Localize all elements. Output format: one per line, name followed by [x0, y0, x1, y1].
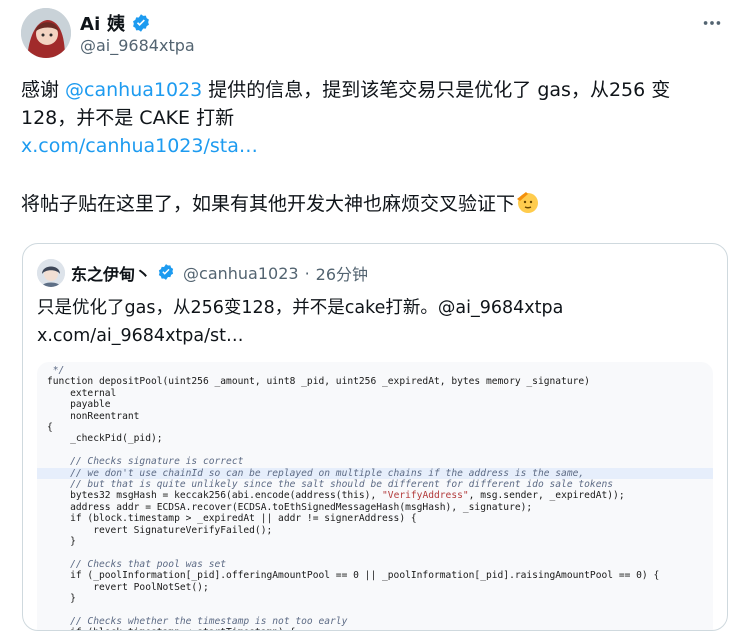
code-line: _checkPid(_pid); [47, 433, 163, 445]
code-line: revert PoolNotSet(); [47, 581, 209, 593]
code-line: */ [47, 365, 65, 376]
quote-author-name[interactable]: 东之伊甸丶 [71, 261, 151, 285]
quote-timestamp[interactable]: 26分钟 [316, 261, 368, 285]
quote-text-line: 只是优化了gas，从256变128，并不是cake打新。@ai_9684xtpa [37, 298, 564, 318]
code-line: if (block.timestamp > _expiredAt || addr… [47, 513, 417, 525]
quote-link[interactable]: x.com/ai_9684xtpa/st… [37, 322, 563, 350]
code-screenshot-image[interactable]: */function depositPool(uint256 _amount, … [37, 362, 713, 630]
code-line: } [47, 536, 76, 547]
avatar-illustration [21, 8, 71, 58]
quote-author-avatar[interactable] [37, 259, 65, 287]
author-handle[interactable]: @ai_9684xtpa [80, 36, 195, 55]
code-line: { [47, 422, 53, 433]
tweet-text-part: 提供的信息，提到该笔交易只是优化了 gas，从256 变 [202, 79, 671, 101]
author-name[interactable]: Ai 姨 [80, 10, 125, 36]
quoted-tweet[interactable]: 东之伊甸丶 @canhua1023 · 26分钟 只是优化了gas，从256变1… [22, 243, 728, 631]
code-line: revert SignatureVerifyFailed(); [47, 524, 273, 536]
saluting-face-emoji-icon [515, 190, 539, 214]
verified-badge-icon [131, 13, 151, 33]
tweet-url-link[interactable]: x.com/canhua1023/sta… [21, 135, 258, 157]
quote-verified-badge-icon [157, 263, 177, 283]
more-options-button[interactable] [695, 10, 729, 36]
code-line: // but that is quite unlikely since the … [47, 479, 614, 490]
more-dots-icon [703, 21, 721, 25]
tweet-text: 感谢 @canhua1023 提供的信息，提到该笔交易只是优化了 gas，从25… [21, 76, 721, 218]
code-line: function depositPool(uint256 _amount, ui… [47, 376, 590, 388]
tweet-text-line: 128，并不是 CAKE 打新 [21, 107, 235, 129]
code-line: // Checks that pool was set [47, 558, 227, 570]
author-avatar[interactable] [21, 8, 71, 58]
code-line: bytes32 msgHash = keccak256(abi.encode(a… [47, 490, 625, 502]
code-line: payable [47, 399, 111, 411]
quote-author-handle[interactable]: @canhua1023 [183, 264, 299, 283]
separator-dot: · [304, 263, 310, 283]
quote-text: 只是优化了gas，从256变128，并不是cake打新。@ai_9684xtpa… [37, 294, 563, 350]
code-line: // we don't use chainId so can be replay… [47, 467, 585, 479]
tweet-text-part: 将帖子贴在这里了，如果有其他开发大神也麻烦交叉验证下 [21, 193, 516, 215]
mention-link[interactable]: @canhua1023 [65, 79, 202, 101]
code-line: nonReentrant [47, 410, 140, 422]
code-line: if (_poolInformation[_pid].offeringAmoun… [47, 570, 660, 582]
tweet-text-part: 感谢 [21, 79, 66, 101]
code-line: external [47, 387, 117, 399]
code-line: // Checks whether the timestamp is not t… [47, 615, 348, 627]
code-line: // Checks signature is correct [47, 456, 244, 468]
code-line: address addr = ECDSA.recover(ECDSA.toEth… [47, 501, 533, 513]
code-line: } [47, 593, 76, 604]
code-line: if (block.timestamp < startTimestamp) { [47, 627, 295, 630]
